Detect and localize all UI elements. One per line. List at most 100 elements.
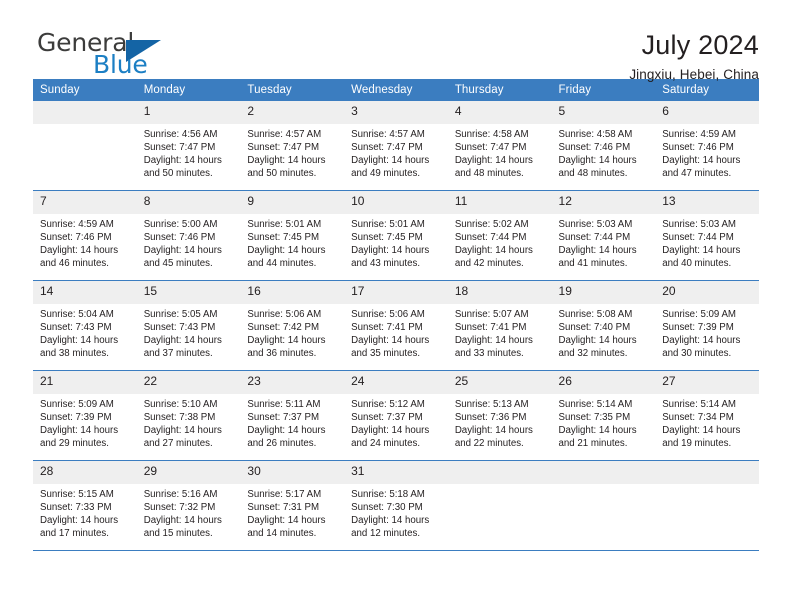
calendar-week-row: 21 Sunrise: 5:09 AM Sunset: 7:39 PM Dayl… <box>33 370 759 461</box>
sunset-text: Sunset: 7:44 PM <box>454 232 527 244</box>
day-cell[interactable]: 1 Sunrise: 4:56 AM Sunset: 7:47 PM Dayli… <box>136 101 241 191</box>
day-cell[interactable]: 5 Sunrise: 4:58 AM Sunset: 7:46 PM Dayli… <box>551 101 656 191</box>
day-details <box>552 484 656 488</box>
day-cell[interactable]: 12 Sunrise: 5:03 AM Sunset: 7:44 PM Dayl… <box>551 190 656 281</box>
sunrise-text: Sunrise: 4:58 AM <box>558 129 633 140</box>
day-cell[interactable]: 11 Sunrise: 5:02 AM Sunset: 7:44 PM Dayl… <box>447 190 552 281</box>
day-number: 9 <box>240 191 345 214</box>
day-details: Sunrise: 5:05 AM Sunset: 7:43 PM Dayligh… <box>137 304 241 360</box>
sunrise-text: Sunrise: 5:11 AM <box>247 399 321 410</box>
daylight-text-line1: Daylight: 14 hours <box>454 155 533 167</box>
day-cell[interactable] <box>551 460 656 551</box>
day-cell[interactable]: 30 Sunrise: 5:17 AM Sunset: 7:31 PM Dayl… <box>240 460 345 551</box>
day-details: Sunrise: 5:12 AM Sunset: 7:37 PM Dayligh… <box>344 394 448 450</box>
daylight-text-line1: Daylight: 14 hours <box>247 335 326 347</box>
sunset-text: Sunset: 7:39 PM <box>40 412 112 424</box>
day-cell[interactable]: 13 Sunrise: 5:03 AM Sunset: 7:44 PM Dayl… <box>655 190 759 281</box>
day-number <box>33 101 137 124</box>
sunrise-text: Sunrise: 5:03 AM <box>662 219 736 230</box>
sunrise-text: Sunrise: 4:57 AM <box>247 129 322 140</box>
day-number: 15 <box>136 281 241 304</box>
sunrise-text: Sunrise: 4:57 AM <box>351 129 425 140</box>
day-cell[interactable]: 6 Sunrise: 4:59 AM Sunset: 7:46 PM Dayli… <box>655 101 759 191</box>
day-details <box>448 484 552 488</box>
sunset-text: Sunset: 7:41 PM <box>454 322 527 334</box>
daylight-text-line2: and 47 minutes. <box>662 168 732 180</box>
daylight-text-line1: Daylight: 14 hours <box>247 245 326 257</box>
daylight-text-line1: Daylight: 14 hours <box>247 425 326 437</box>
sunrise-text: Sunrise: 5:14 AM <box>662 399 736 410</box>
daylight-text-line1: Daylight: 14 hours <box>351 155 430 167</box>
day-details <box>655 484 759 488</box>
day-cell[interactable]: 17 Sunrise: 5:06 AM Sunset: 7:41 PM Dayl… <box>344 280 448 371</box>
day-cell[interactable]: 21 Sunrise: 5:09 AM Sunset: 7:39 PM Dayl… <box>33 370 137 461</box>
sunset-text: Sunset: 7:46 PM <box>662 142 734 154</box>
daylight-text-line1: Daylight: 14 hours <box>40 335 119 347</box>
day-cell[interactable]: 31 Sunrise: 5:18 AM Sunset: 7:30 PM Dayl… <box>344 460 448 551</box>
day-cell[interactable]: 2 Sunrise: 4:57 AM Sunset: 7:47 PM Dayli… <box>240 101 345 191</box>
day-details: Sunrise: 5:15 AM Sunset: 7:33 PM Dayligh… <box>33 484 137 540</box>
daylight-text-line1: Daylight: 14 hours <box>351 425 430 437</box>
day-cell[interactable]: 28 Sunrise: 5:15 AM Sunset: 7:33 PM Dayl… <box>33 460 137 551</box>
sunset-text: Sunset: 7:47 PM <box>247 142 320 154</box>
day-cell[interactable]: 3 Sunrise: 4:57 AM Sunset: 7:47 PM Dayli… <box>344 101 448 191</box>
daylight-text-line1: Daylight: 14 hours <box>40 245 119 257</box>
day-details: Sunrise: 5:06 AM Sunset: 7:42 PM Dayligh… <box>240 304 344 360</box>
daylight-text-line2: and 14 minutes. <box>247 528 317 540</box>
day-cell[interactable]: 25 Sunrise: 5:13 AM Sunset: 7:36 PM Dayl… <box>447 370 552 461</box>
daylight-text-line2: and 43 minutes. <box>351 258 421 270</box>
day-cell[interactable] <box>655 460 759 551</box>
day-number: 6 <box>655 101 759 124</box>
day-cell[interactable]: 29 Sunrise: 5:16 AM Sunset: 7:32 PM Dayl… <box>136 460 241 551</box>
daylight-text-line1: Daylight: 14 hours <box>143 155 222 167</box>
day-details: Sunrise: 5:17 AM Sunset: 7:31 PM Dayligh… <box>240 484 344 540</box>
day-cell[interactable]: 22 Sunrise: 5:10 AM Sunset: 7:38 PM Dayl… <box>136 370 241 461</box>
day-cell[interactable]: 4 Sunrise: 4:58 AM Sunset: 7:47 PM Dayli… <box>447 101 552 191</box>
day-cell[interactable]: 24 Sunrise: 5:12 AM Sunset: 7:37 PM Dayl… <box>344 370 448 461</box>
sunrise-text: Sunrise: 5:08 AM <box>558 309 633 320</box>
sunrise-text: Sunrise: 5:01 AM <box>247 219 322 230</box>
calendar-week-row: 1 Sunrise: 4:56 AM Sunset: 7:47 PM Dayli… <box>33 101 759 191</box>
sunset-text: Sunset: 7:47 PM <box>351 142 423 154</box>
daylight-text-line1: Daylight: 14 hours <box>454 245 533 257</box>
day-details: Sunrise: 4:59 AM Sunset: 7:46 PM Dayligh… <box>33 214 137 270</box>
daylight-text-line1: Daylight: 14 hours <box>454 335 533 347</box>
daylight-text-line1: Daylight: 14 hours <box>143 335 222 347</box>
day-cell[interactable]: 26 Sunrise: 5:14 AM Sunset: 7:35 PM Dayl… <box>551 370 656 461</box>
calendar-page: General Blue July 2024 Jingxiu, Hebei, C… <box>0 0 792 612</box>
day-cell[interactable]: 8 Sunrise: 5:00 AM Sunset: 7:46 PM Dayli… <box>136 190 241 281</box>
sunset-text: Sunset: 7:44 PM <box>558 232 631 244</box>
sunset-text: Sunset: 7:30 PM <box>351 502 423 514</box>
daylight-text-line2: and 50 minutes. <box>247 168 317 180</box>
day-cell[interactable]: 7 Sunrise: 4:59 AM Sunset: 7:46 PM Dayli… <box>33 190 137 281</box>
day-details: Sunrise: 5:01 AM Sunset: 7:45 PM Dayligh… <box>344 214 448 270</box>
generalblue-logo: General Blue <box>33 28 213 84</box>
daylight-text-line2: and 42 minutes. <box>454 258 524 270</box>
sunset-text: Sunset: 7:43 PM <box>143 322 216 334</box>
day-cell[interactable]: 10 Sunrise: 5:01 AM Sunset: 7:45 PM Dayl… <box>344 190 448 281</box>
day-cell[interactable]: 9 Sunrise: 5:01 AM Sunset: 7:45 PM Dayli… <box>240 190 345 281</box>
day-details: Sunrise: 4:58 AM Sunset: 7:46 PM Dayligh… <box>552 124 656 180</box>
day-cell[interactable]: 18 Sunrise: 5:07 AM Sunset: 7:41 PM Dayl… <box>447 280 552 371</box>
day-cell[interactable]: 27 Sunrise: 5:14 AM Sunset: 7:34 PM Dayl… <box>655 370 759 461</box>
day-cell[interactable]: 20 Sunrise: 5:09 AM Sunset: 7:39 PM Dayl… <box>655 280 759 371</box>
daylight-text-line2: and 30 minutes. <box>662 348 732 360</box>
sunrise-text: Sunrise: 5:06 AM <box>247 309 322 320</box>
day-cell[interactable]: 14 Sunrise: 5:04 AM Sunset: 7:43 PM Dayl… <box>33 280 137 371</box>
day-cell[interactable]: 15 Sunrise: 5:05 AM Sunset: 7:43 PM Dayl… <box>136 280 241 371</box>
day-cell[interactable] <box>33 101 137 191</box>
weekday-header-friday: Friday <box>551 79 656 101</box>
day-number: 22 <box>136 371 241 394</box>
day-cell[interactable]: 23 Sunrise: 5:11 AM Sunset: 7:37 PM Dayl… <box>240 370 345 461</box>
calendar-week-row: 28 Sunrise: 5:15 AM Sunset: 7:33 PM Dayl… <box>33 460 759 551</box>
day-cell[interactable]: 16 Sunrise: 5:06 AM Sunset: 7:42 PM Dayl… <box>240 280 345 371</box>
day-cell[interactable]: 19 Sunrise: 5:08 AM Sunset: 7:40 PM Dayl… <box>551 280 656 371</box>
day-details: Sunrise: 5:01 AM Sunset: 7:45 PM Dayligh… <box>240 214 344 270</box>
sunrise-text: Sunrise: 5:13 AM <box>454 399 529 410</box>
day-number: 4 <box>447 101 552 124</box>
day-details: Sunrise: 5:11 AM Sunset: 7:37 PM Dayligh… <box>240 394 344 450</box>
day-cell[interactable] <box>447 460 552 551</box>
daylight-text-line1: Daylight: 14 hours <box>143 515 222 527</box>
day-details: Sunrise: 5:06 AM Sunset: 7:41 PM Dayligh… <box>344 304 448 360</box>
weekday-header-wednesday: Wednesday <box>344 79 448 101</box>
